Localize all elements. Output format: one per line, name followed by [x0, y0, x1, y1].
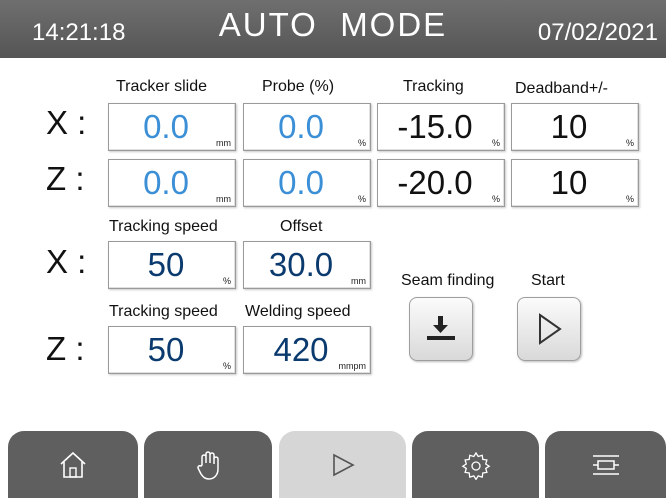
z-tracking-speed-field[interactable]: 50 %	[108, 326, 236, 374]
gear-icon	[461, 451, 490, 480]
z-tracking-value: -20.0	[397, 164, 473, 201]
z-tracking-speed-value: 50	[147, 331, 185, 368]
hand-icon	[197, 450, 219, 480]
x-probe-field[interactable]: 0.0 %	[243, 103, 371, 151]
nav-manual[interactable]	[144, 431, 272, 498]
header-bar: 14:21:18 AUTO MODE 07/02/2021	[0, 0, 666, 58]
x-speed-axis-label: X :	[46, 243, 87, 280]
x-tracking-field[interactable]: -15.0 %	[377, 103, 505, 151]
menu-icon	[592, 454, 619, 475]
offset-field[interactable]: 30.0 mm	[243, 241, 371, 289]
z-deadband-value: 10	[550, 164, 588, 201]
z-tracker-slide-unit: mm	[216, 194, 231, 204]
z-tracker-slide-field[interactable]: 0.0 mm	[108, 159, 236, 207]
play-icon	[539, 313, 562, 345]
z-deadband-unit: %	[625, 194, 634, 204]
z-probe-unit: %	[357, 194, 366, 204]
x-deadband-value: 10	[550, 108, 588, 145]
x-tracker-slide-field[interactable]: 0.0 mm	[108, 103, 236, 151]
x-tracking-unit: %	[491, 138, 500, 148]
welding-speed-field[interactable]: 420 mmpm	[243, 326, 371, 374]
x-tracking-speed-unit: %	[222, 276, 231, 286]
x-deadband-unit: %	[625, 138, 634, 148]
offset-unit: mm	[351, 276, 366, 286]
z-probe-field[interactable]: 0.0 %	[243, 159, 371, 207]
welding-speed-label: Welding speed	[245, 303, 351, 320]
tracker-slide-label: Tracker slide	[116, 78, 207, 95]
x-axis-label: X :	[46, 104, 87, 141]
x-deadband-field[interactable]: 10 %	[511, 103, 639, 151]
nav-home[interactable]	[8, 431, 138, 498]
current-date: 07/02/2021	[537, 19, 658, 46]
x-tracker-slide-value: 0.0	[143, 108, 189, 145]
probe-label: Probe (%)	[262, 78, 335, 95]
play-icon	[332, 453, 355, 476]
z-speed-axis-label: Z :	[46, 330, 85, 367]
offset-label: Offset	[280, 218, 323, 235]
start-button[interactable]	[517, 297, 581, 361]
tracking-label: Tracking	[403, 78, 464, 95]
z-probe-value: 0.0	[278, 164, 324, 201]
x-probe-unit: %	[357, 138, 366, 148]
deadband-label: Deadband+/-	[515, 80, 608, 97]
offset-value: 30.0	[268, 246, 334, 283]
z-tracking-field[interactable]: -20.0 %	[377, 159, 505, 207]
nav-settings[interactable]	[412, 431, 539, 498]
x-tracking-speed-field[interactable]: 50 %	[108, 241, 236, 289]
z-tracker-slide-value: 0.0	[143, 164, 189, 201]
x-tracking-speed-value: 50	[147, 246, 185, 283]
home-icon	[60, 451, 86, 478]
z-tracking-unit: %	[491, 194, 500, 204]
nav-auto[interactable]	[279, 431, 406, 498]
x-tracking-value: -15.0	[397, 108, 473, 145]
z-deadband-field[interactable]: 10 %	[511, 159, 639, 207]
start-label: Start	[531, 272, 565, 289]
z-tracking-speed-label: Tracking speed	[109, 303, 218, 320]
welding-speed-unit: mmpm	[338, 361, 367, 371]
x-tracking-speed-label: Tracking speed	[109, 218, 218, 235]
seam-finding-button[interactable]	[409, 297, 473, 361]
seam-finding-icon	[427, 316, 455, 340]
z-tracking-speed-unit: %	[222, 361, 231, 371]
z-axis-label: Z :	[46, 160, 85, 197]
x-probe-value: 0.0	[278, 108, 324, 145]
nav-menu[interactable]	[545, 431, 666, 498]
seam-finding-label: Seam finding	[401, 272, 495, 289]
x-tracker-slide-unit: mm	[216, 138, 231, 148]
